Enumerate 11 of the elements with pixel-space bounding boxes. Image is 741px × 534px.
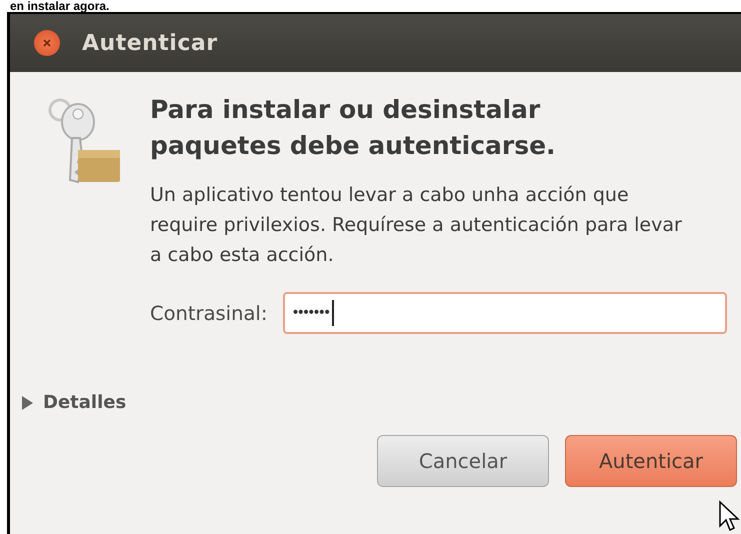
- cancel-button[interactable]: Cancelar: [377, 435, 549, 487]
- window-title: Autenticar: [82, 30, 218, 56]
- authenticate-button[interactable]: Autenticar: [565, 435, 737, 487]
- dialog-heading: Para instalar ou desinstalar paquetes debe autenticarse.: [150, 94, 557, 162]
- password-field[interactable]: •••••••: [283, 292, 727, 334]
- close-icon: [41, 37, 53, 49]
- details-expander[interactable]: Detalles: [22, 392, 126, 413]
- close-button[interactable]: [34, 30, 60, 56]
- dialog-message: Un aplicativo tentou levar a cabo unha acción que require privilexios. Requírese a autenticación para levar a cabo esta acción.: [150, 183, 683, 268]
- password-label: Contrasinal:: [150, 302, 268, 324]
- caption-text: en instalar agora.: [9, 0, 110, 12]
